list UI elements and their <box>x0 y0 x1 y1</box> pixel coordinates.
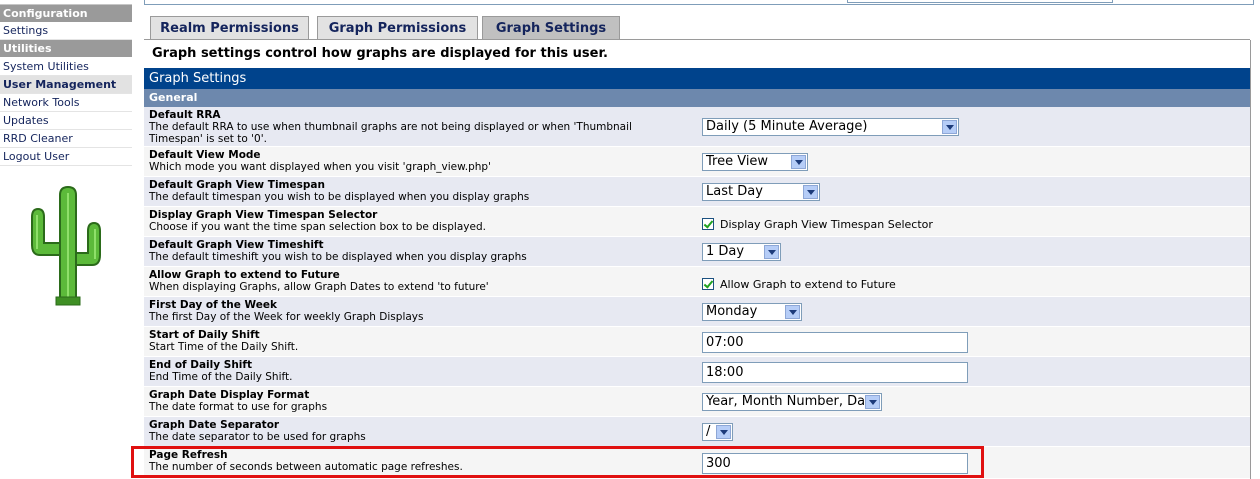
tab-graph-permissions[interactable]: Graph Permissions <box>317 16 478 40</box>
setting-row-first-day: First Day of the Week The first Day of th… <box>144 297 1250 327</box>
first-day-select[interactable]: Monday <box>702 303 802 321</box>
checkbox-label: Display Graph View Timespan Selector <box>720 217 933 231</box>
setting-title: First Day of the Week <box>149 299 277 311</box>
setting-row-timespan-selector: Display Graph View Timespan Selector Choo… <box>144 207 1250 237</box>
setting-description: The default RRA to use when thumbnail gr… <box>149 121 632 145</box>
timespan-selector-checkbox[interactable] <box>702 218 714 230</box>
setting-description: Choose if you want the time span selecti… <box>149 221 486 233</box>
shift-start-input[interactable]: 07:00 <box>702 332 968 353</box>
panel-title: Graph Settings <box>144 68 1250 89</box>
setting-title: End of Daily Shift <box>149 359 252 371</box>
dropdown-arrow-icon <box>865 395 880 409</box>
setting-description: The default timeshift you wish to be dis… <box>149 251 527 263</box>
select-value: Tree View <box>706 154 769 169</box>
setting-title: Default Graph View Timespan <box>149 179 325 191</box>
select-value: Monday <box>706 304 758 319</box>
tab-realm-permissions[interactable]: Realm Permissions <box>150 16 309 40</box>
setting-description: Which mode you want displayed when you v… <box>149 161 491 173</box>
tab-graph-settings[interactable]: Graph Settings <box>482 16 620 40</box>
sidebar-item-updates[interactable]: Updates <box>0 112 132 130</box>
dropdown-arrow-icon <box>942 120 957 134</box>
dropdown-arrow-icon <box>785 305 800 319</box>
shift-end-input[interactable]: 18:00 <box>702 362 968 383</box>
extend-future-checkbox[interactable] <box>702 278 714 290</box>
select-value: Last Day <box>706 184 763 199</box>
dropdown-arrow-icon <box>791 155 806 169</box>
select-value: / <box>706 424 711 439</box>
setting-row-shift-end: End of Daily Shift End Time of the Daily … <box>144 357 1250 387</box>
setting-title: Start of Daily Shift <box>149 329 260 341</box>
default-rra-select[interactable]: Daily (5 Minute Average) <box>702 118 959 136</box>
sidebar-heading-configuration: Configuration <box>0 5 132 22</box>
sidebar-item-user-management[interactable]: User Management <box>0 76 132 94</box>
setting-description: When displaying Graphs, allow Graph Date… <box>149 281 489 293</box>
page-description: Graph settings control how graphs are di… <box>152 46 608 61</box>
sidebar-item-network-tools[interactable]: Network Tools <box>0 94 132 112</box>
sidebar-heading-utilities: Utilities <box>0 40 132 57</box>
setting-description: End Time of the Daily Shift. <box>149 371 293 383</box>
checkbox-label: Allow Graph to extend to Future <box>720 277 896 291</box>
dropdown-arrow-icon <box>716 425 731 439</box>
highlight-box <box>131 446 984 478</box>
setting-title: Default Graph View Timeshift <box>149 239 324 251</box>
select-value: 1 Day <box>706 244 745 259</box>
default-timespan-select[interactable]: Last Day <box>702 183 820 201</box>
setting-row-shift-start: Start of Daily Shift Start Time of the Da… <box>144 327 1250 357</box>
setting-row-date-format: Graph Date Display Format The date format… <box>144 387 1250 417</box>
setting-title: Graph Date Separator <box>149 419 280 431</box>
sidebar-item-rrd-cleaner[interactable]: RRD Cleaner <box>0 130 132 148</box>
content-border <box>1250 40 1251 479</box>
tab-divider <box>144 39 1250 40</box>
setting-row-date-separator: Graph Date Separator The date separator t… <box>144 417 1250 447</box>
setting-row-extend-future: Allow Graph to extend to Future When disp… <box>144 267 1250 297</box>
dropdown-arrow-icon <box>803 185 818 199</box>
setting-row-default-timeshift: Default Graph View Timeshift The default … <box>144 237 1250 267</box>
sidebar-item-logout-user[interactable]: Logout User <box>0 148 132 166</box>
settings-table: Graph Settings General Default RRA The de… <box>144 68 1250 479</box>
default-timeshift-select[interactable]: 1 Day <box>702 243 781 261</box>
setting-row-default-rra: Default RRA The default RRA to use when t… <box>144 107 1250 147</box>
cactus-icon <box>31 185 101 306</box>
setting-title: Default View Mode <box>149 149 261 161</box>
top-input-cutoff <box>847 0 1113 3</box>
setting-title: Default RRA <box>149 109 221 121</box>
setting-title: Allow Graph to extend to Future <box>149 269 340 281</box>
setting-description: Start Time of the Daily Shift. <box>149 341 299 353</box>
setting-description: The date format to use for graphs <box>149 401 328 413</box>
setting-description: The default timespan you wish to be disp… <box>149 191 530 203</box>
setting-row-default-view-mode: Default View Mode Which mode you want dis… <box>144 147 1250 177</box>
sidebar-item-system-utilities[interactable]: System Utilities <box>0 58 132 76</box>
top-form-cutoff <box>144 0 1254 5</box>
select-value: Daily (5 Minute Average) <box>706 119 868 134</box>
setting-description: The first Day of the Week for weekly Gra… <box>149 311 424 323</box>
date-format-select[interactable]: Year, Month Number, Day <box>702 393 882 411</box>
default-view-mode-select[interactable]: Tree View <box>702 153 808 171</box>
select-value: Year, Month Number, Day <box>706 394 873 409</box>
section-header: General <box>144 89 1250 107</box>
dropdown-arrow-icon <box>764 245 779 259</box>
setting-title: Graph Date Display Format <box>149 389 310 401</box>
sidebar: Configuration Settings Utilities System … <box>0 0 132 479</box>
date-separator-select[interactable]: / <box>702 423 733 441</box>
sidebar-item-settings[interactable]: Settings <box>0 22 132 40</box>
setting-title: Display Graph View Timespan Selector <box>149 209 378 221</box>
setting-description: The date separator to be used for graphs <box>149 431 366 443</box>
setting-row-default-timespan: Default Graph View Timespan The default t… <box>144 177 1250 207</box>
